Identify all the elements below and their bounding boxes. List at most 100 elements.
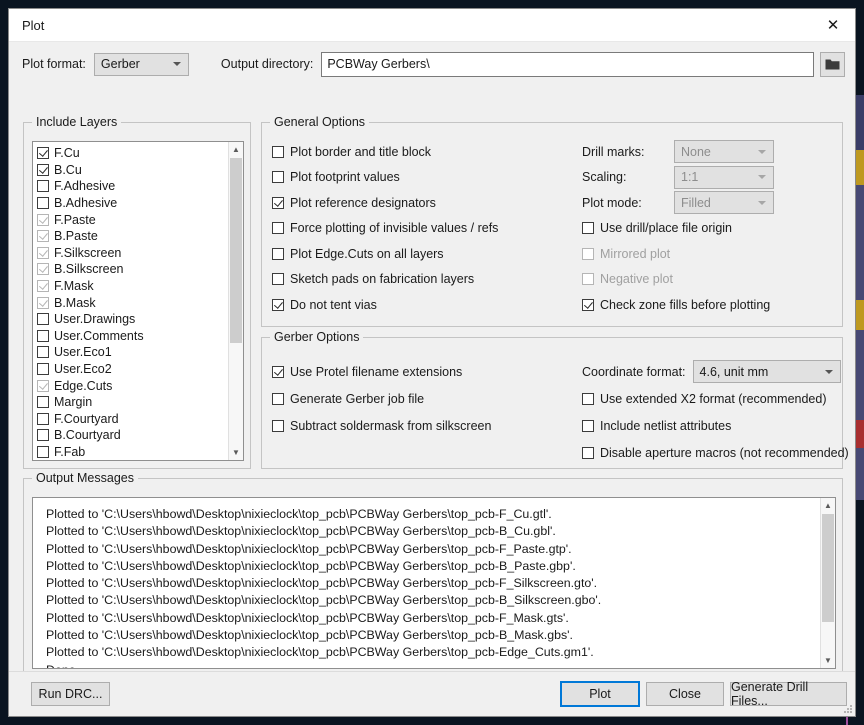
- scroll-down-icon[interactable]: ▼: [229, 445, 243, 460]
- checkbox-box: [272, 273, 284, 285]
- layer-item-b-courtyard[interactable]: B.Courtyard: [37, 427, 228, 444]
- general-right-checkboxes: Use drill/place file originMirrored plot…: [582, 216, 834, 318]
- output-directory-label: Output directory:: [221, 57, 313, 71]
- general-option-plot-border-and-title-block[interactable]: Plot border and title block: [272, 139, 498, 165]
- option-label: Use drill/place file origin: [600, 221, 732, 235]
- gerber-option-use-extended-x2-format-recommended[interactable]: Use extended X2 format (recommended): [582, 385, 849, 412]
- option-label: Check zone fills before plotting: [600, 298, 770, 312]
- layer-item-f-silkscreen[interactable]: F.Silkscreen: [37, 245, 228, 262]
- layer-label: F.Courtyard: [54, 412, 119, 426]
- layer-item-edge-cuts[interactable]: Edge.Cuts: [37, 377, 228, 394]
- general-option-plot-edge-cuts-on-all-layers[interactable]: Plot Edge.Cuts on all layers: [272, 241, 498, 267]
- general-option-sketch-pads-on-fabrication-layers[interactable]: Sketch pads on fabrication layers: [272, 267, 498, 293]
- include-layers-group: Include Layers F.CuB.CuF.AdhesiveB.Adhes…: [23, 122, 251, 469]
- plot-button[interactable]: Plot: [560, 681, 640, 707]
- layers-scrollbar[interactable]: ▲ ▼: [228, 142, 243, 460]
- layer-item-f-fab[interactable]: F.Fab: [37, 444, 228, 461]
- checkbox-box: [37, 446, 49, 458]
- layer-item-user-eco2[interactable]: User.Eco2: [37, 361, 228, 378]
- layer-item-user-comments[interactable]: User.Comments: [37, 328, 228, 345]
- gerber-option-use-protel-filename-extensions[interactable]: Use Protel filename extensions: [272, 358, 491, 385]
- general-option-check-zone-fills-before-plotting[interactable]: Check zone fills before plotting: [582, 292, 834, 318]
- checkbox-box: [582, 273, 594, 285]
- option-label: Plot footprint values: [290, 170, 400, 184]
- scaling-select[interactable]: 1:1: [674, 166, 774, 189]
- checkbox-box: [37, 330, 49, 342]
- close-icon[interactable]: ✕: [811, 10, 855, 41]
- plot-mode-select[interactable]: Filled: [674, 191, 774, 214]
- general-option-force-plotting-of-invisible-values-refs[interactable]: Force plotting of invisible values / ref…: [272, 216, 498, 242]
- layer-item-b-adhesive[interactable]: B.Adhesive: [37, 195, 228, 212]
- output-messages-group: Output Messages Plotted to 'C:\Users\hbo…: [23, 478, 843, 678]
- close-button[interactable]: Close: [646, 682, 724, 706]
- resize-grip[interactable]: [843, 704, 853, 714]
- option-label: Use extended X2 format (recommended): [600, 392, 827, 406]
- checkbox-box: [37, 180, 49, 192]
- gerber-option-disable-aperture-macros-not-recommended[interactable]: Disable aperture macros (not recommended…: [582, 439, 849, 466]
- output-message-line: Plotted to 'C:\Users\hbowd\Desktop\nixie…: [46, 523, 820, 540]
- general-option-use-drill-place-file-origin[interactable]: Use drill/place file origin: [582, 216, 834, 242]
- generate-drill-files-button[interactable]: Generate Drill Files...: [730, 682, 847, 706]
- layer-item-b-paste[interactable]: B.Paste: [37, 228, 228, 245]
- general-option-plot-reference-designators[interactable]: Plot reference designators: [272, 190, 498, 216]
- plot-format-select[interactable]: Gerber: [94, 53, 189, 76]
- scrollbar-thumb[interactable]: [822, 514, 834, 622]
- run-drc-button[interactable]: Run DRC...: [31, 682, 110, 706]
- output-message-line: Plotted to 'C:\Users\hbowd\Desktop\nixie…: [46, 610, 820, 627]
- option-label: Plot reference designators: [290, 196, 436, 210]
- gerber-option-generate-gerber-job-file[interactable]: Generate Gerber job file: [272, 385, 491, 412]
- checkbox-box: [272, 299, 284, 311]
- layer-label: F.Fab: [54, 445, 85, 459]
- layer-item-f-paste[interactable]: F.Paste: [37, 211, 228, 228]
- checkbox-box: [37, 247, 49, 259]
- checkbox-box: [37, 429, 49, 441]
- layer-item-b-mask[interactable]: B.Mask: [37, 294, 228, 311]
- layer-label: User.Comments: [54, 329, 144, 343]
- layer-item-b-silkscreen[interactable]: B.Silkscreen: [37, 261, 228, 278]
- output-directory-input[interactable]: PCBWay Gerbers\: [321, 52, 814, 77]
- checkbox-box: [582, 248, 594, 260]
- plot-mode-row: Plot mode: Filled: [582, 190, 834, 216]
- layer-item-user-drawings[interactable]: User.Drawings: [37, 311, 228, 328]
- folder-icon[interactable]: [820, 52, 845, 77]
- layer-item-margin[interactable]: Margin: [37, 394, 228, 411]
- scroll-down-icon[interactable]: ▼: [821, 653, 835, 668]
- scroll-up-icon[interactable]: ▲: [821, 498, 835, 513]
- checkbox-box: [37, 413, 49, 425]
- layer-item-f-courtyard[interactable]: F.Courtyard: [37, 411, 228, 428]
- output-message-line: Plotted to 'C:\Users\hbowd\Desktop\nixie…: [46, 592, 820, 609]
- scrollbar-thumb[interactable]: [230, 158, 242, 343]
- plot-mode-value: Filled: [681, 196, 711, 210]
- chevron-down-icon: [758, 175, 766, 179]
- general-option-do-not-tent-vias[interactable]: Do not tent vias: [272, 292, 498, 318]
- coordinate-format-select[interactable]: 4.6, unit mm: [693, 360, 841, 383]
- drill-marks-select[interactable]: None: [674, 140, 774, 163]
- checkbox-box: [37, 164, 49, 176]
- output-messages-scrollbar[interactable]: ▲ ▼: [820, 498, 835, 668]
- layer-item-f-cu[interactable]: F.Cu: [37, 145, 228, 162]
- layer-item-b-cu[interactable]: B.Cu: [37, 162, 228, 179]
- layer-label: User.Drawings: [54, 312, 135, 326]
- output-messages-box[interactable]: Plotted to 'C:\Users\hbowd\Desktop\nixie…: [32, 497, 836, 669]
- chevron-down-icon: [173, 62, 181, 66]
- layer-label: User.Eco1: [54, 345, 112, 359]
- option-label: Force plotting of invisible values / ref…: [290, 221, 498, 235]
- general-option-negative-plot: Negative plot: [582, 267, 834, 293]
- layer-item-f-mask[interactable]: F.Mask: [37, 278, 228, 295]
- checkbox-box: [37, 197, 49, 209]
- layer-label: F.Mask: [54, 279, 94, 293]
- layer-item-user-eco1[interactable]: User.Eco1: [37, 344, 228, 361]
- scroll-up-icon[interactable]: ▲: [229, 142, 243, 157]
- general-option-plot-footprint-values[interactable]: Plot footprint values: [272, 165, 498, 191]
- layer-item-f-adhesive[interactable]: F.Adhesive: [37, 178, 228, 195]
- checkbox-box: [272, 248, 284, 260]
- checkbox-box: [582, 299, 594, 311]
- layer-label: B.Cu: [54, 163, 82, 177]
- checkbox-box: [272, 197, 284, 209]
- checkbox-box: [272, 222, 284, 234]
- gerber-options-group: Gerber Options Use Protel filename exten…: [261, 337, 843, 469]
- layers-listbox[interactable]: F.CuB.CuF.AdhesiveB.AdhesiveF.PasteB.Pas…: [32, 141, 244, 461]
- gerber-option-include-netlist-attributes[interactable]: Include netlist attributes: [582, 412, 849, 439]
- gerber-option-subtract-soldermask-from-silkscreen[interactable]: Subtract soldermask from silkscreen: [272, 412, 491, 439]
- general-options-group: General Options Plot border and title bl…: [261, 122, 843, 327]
